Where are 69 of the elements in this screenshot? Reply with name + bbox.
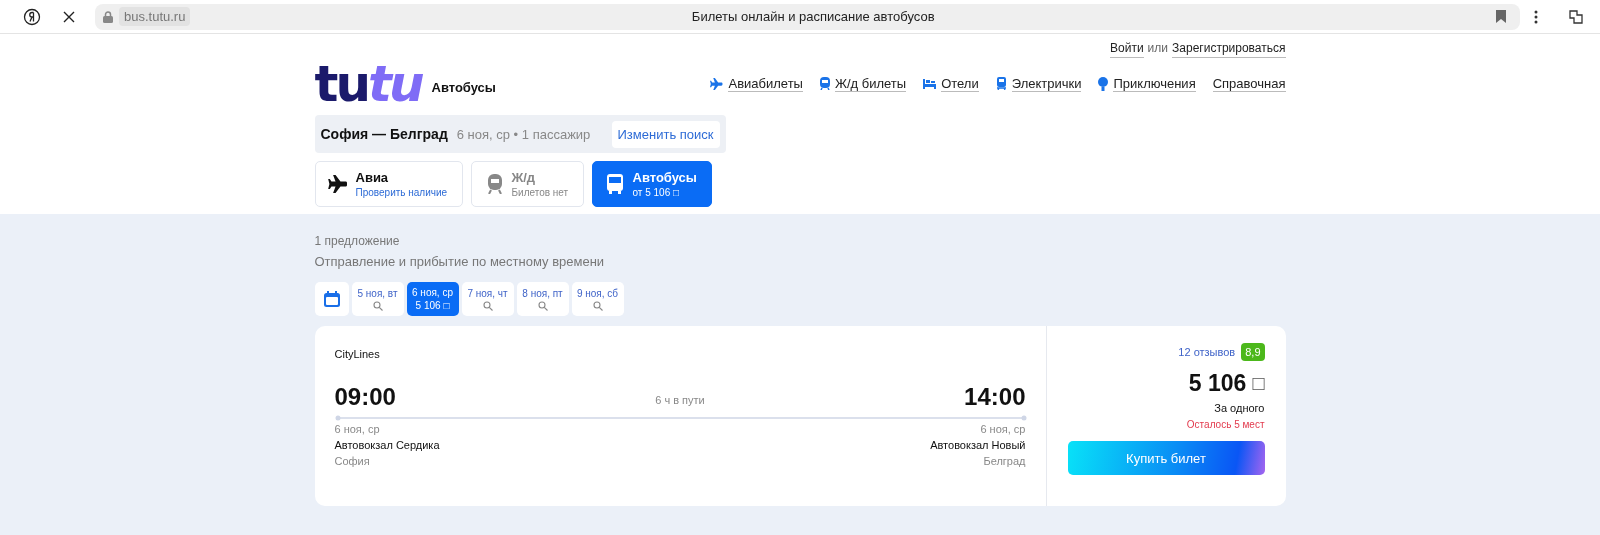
search-icon [537, 300, 548, 311]
seats-left: Осталось 5 мест [1186, 419, 1265, 430]
tab-subtitle: Билетов нет [511, 187, 569, 198]
nav-link[interactable]: Электрички [1011, 75, 1082, 92]
calendar-button[interactable] [314, 282, 349, 316]
plane-icon [327, 175, 348, 193]
reviews-link[interactable]: 12 отзывов [1178, 346, 1236, 358]
register-link[interactable]: Зарегистрироваться [1172, 41, 1286, 58]
departure-city: София [334, 455, 371, 467]
offers-count: 1 предложение [314, 234, 401, 248]
currency-sign: □ [1252, 372, 1265, 395]
train-icon [487, 174, 502, 194]
extension-icon[interactable] [1568, 8, 1584, 25]
page-title: Билеты онлайн и расписание автобусов [690, 9, 936, 24]
bookmark-icon[interactable] [1496, 10, 1506, 23]
arrival-city: Белград [983, 455, 1026, 467]
arrival-station: Автовокзал Новый [930, 439, 1026, 451]
browser-logo-icon[interactable] [23, 7, 41, 26]
price-note: За одного [1214, 402, 1265, 414]
search-icon [372, 300, 383, 311]
departure-time: 09:00 [334, 383, 396, 411]
tab-subtitle: от 5 106 □ [632, 187, 681, 198]
calendar-icon [323, 291, 340, 307]
carrier-name: CityLines [334, 348, 381, 360]
change-search-button[interactable]: Изменить поиск [611, 120, 720, 148]
domain-label: bus.tutu.ru [119, 7, 191, 26]
tab-label: Ж/д [511, 170, 537, 185]
close-icon[interactable] [63, 10, 75, 23]
buy-ticket-button[interactable]: Купить билет [1067, 441, 1265, 475]
tab-label: Авиа [355, 170, 390, 185]
departure-station: Автовокзал Сердика [334, 439, 440, 451]
nav-link[interactable]: Отели [941, 75, 979, 92]
arrival-date: 6 ноя, ср [980, 423, 1026, 435]
transport-tab[interactable]: Авиа Проверить наличие [314, 161, 463, 207]
login-link[interactable]: Войти [1110, 41, 1144, 58]
logo[interactable]: tutu [314, 63, 422, 104]
arrival-time: 14:00 [964, 383, 1026, 411]
nav-link[interactable]: Справочная [1212, 75, 1286, 92]
nav-link[interactable]: Ж/д билеты [834, 75, 907, 92]
tab-subtitle: Проверить наличие [355, 187, 448, 198]
date-chip[interactable]: 7 ноя, чт [461, 282, 514, 316]
departure-date: 6 ноя, ср [334, 423, 381, 435]
lock-icon [103, 10, 113, 23]
date-chip[interactable]: 5 ноя, вт [351, 282, 404, 316]
date-chip[interactable]: 9 ноя, сб [571, 282, 624, 316]
date-chip[interactable]: 6 ноя, ср 5 106 □ [406, 282, 459, 316]
search-icon [482, 300, 493, 311]
search-icon [592, 300, 603, 311]
route-label: София — Белград [320, 126, 448, 142]
bed-icon [923, 78, 937, 89]
or-label: или [1147, 41, 1169, 57]
tab-label: Автобусы [632, 170, 697, 185]
balloon-icon [1098, 76, 1109, 91]
address-bar[interactable]: bus.tutu.ru Билеты онлайн и расписание автобусов [95, 3, 1520, 30]
bus-icon [606, 174, 623, 194]
date-chip[interactable]: 8 ноя, пт [516, 282, 569, 316]
nav-link[interactable]: Приключения [1113, 75, 1196, 92]
price: 5 106 [1188, 370, 1247, 397]
nav-link[interactable]: Авиабилеты [728, 75, 803, 92]
search-details: 6 ноя, ср • 1 пассажир [456, 126, 592, 142]
train-icon [995, 77, 1007, 90]
transport-tab[interactable]: Автобусы от 5 106 □ [591, 161, 712, 207]
plane-icon [710, 77, 724, 90]
section-label: Автобусы [431, 80, 496, 95]
duration-label: 6 ч в пути [655, 394, 705, 406]
menu-icon[interactable] [1534, 9, 1538, 24]
time-note: Отправление и прибытие по местному времени [314, 254, 606, 269]
rating-badge: 8,9 [1241, 343, 1265, 361]
train-icon [819, 77, 830, 90]
